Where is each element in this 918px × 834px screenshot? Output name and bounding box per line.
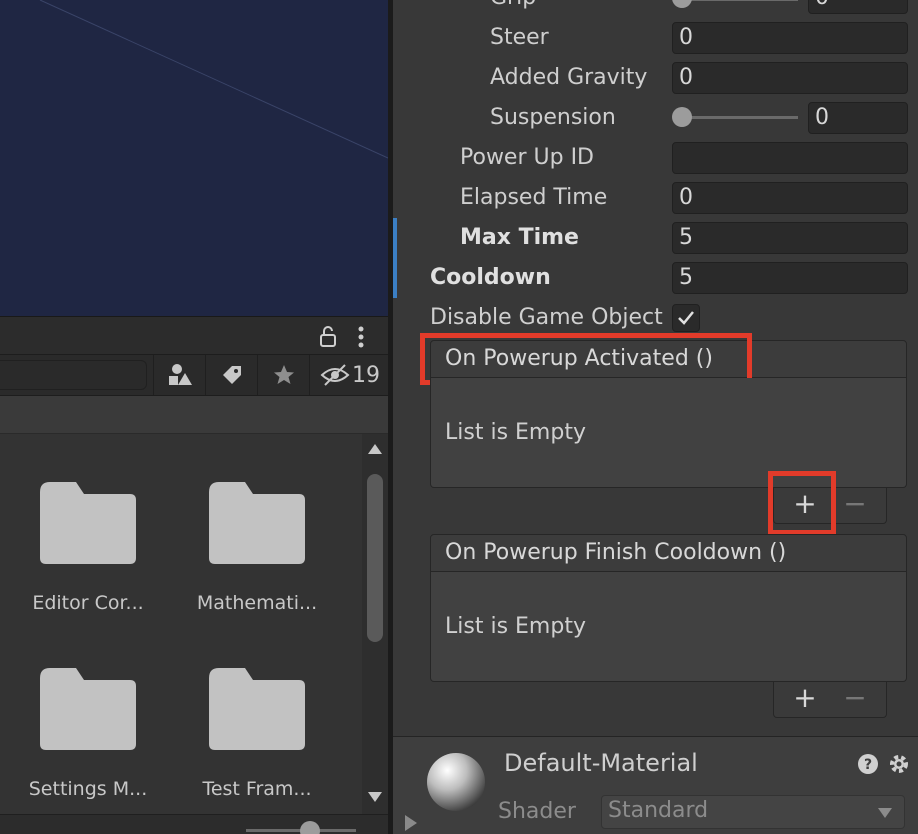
suspension-label: Suspension xyxy=(490,105,616,130)
folder-label: Editor Cor... xyxy=(32,592,144,614)
folder-item[interactable]: Settings M... xyxy=(0,620,180,800)
tag-icon xyxy=(222,366,241,384)
folder-label: Test Fram... xyxy=(202,778,312,800)
scene-grid-line xyxy=(39,0,388,159)
list-empty-text: List is Empty xyxy=(445,420,586,445)
shader-dropdown[interactable]: Standard xyxy=(601,795,905,829)
project-panel: 19 Editor Cor... Mathemati... Settings M… xyxy=(0,316,388,834)
remove-button[interactable]: − xyxy=(840,682,870,714)
shader-label: Shader xyxy=(498,799,576,824)
steer-label: Steer xyxy=(490,25,549,50)
folder-icon xyxy=(209,482,305,564)
folder-item[interactable]: Mathemati... xyxy=(172,434,352,614)
hidden-packages-button[interactable]: 19 xyxy=(309,355,388,395)
steer-field[interactable]: 0 xyxy=(672,22,908,54)
grip-slider-knob[interactable] xyxy=(672,0,692,8)
max-time-label: Max Time xyxy=(460,225,579,250)
cooldown-label: Cooldown xyxy=(430,265,551,290)
foldout-arrow-icon[interactable] xyxy=(403,815,419,831)
modified-indicator xyxy=(393,218,397,298)
project-toolbar: 19 xyxy=(0,354,388,396)
star-icon xyxy=(273,365,294,384)
folder-icon xyxy=(209,668,305,750)
more-options-icon[interactable] xyxy=(356,325,366,355)
shader-value: Standard xyxy=(608,798,709,823)
cooldown-field[interactable]: 5 xyxy=(672,262,908,294)
elapsed-time-label: Elapsed Time xyxy=(460,185,608,210)
filter-by-type-button[interactable] xyxy=(153,355,205,395)
on-powerup-finish-cooldown-controls: + − xyxy=(773,682,887,718)
hidden-count: 19 xyxy=(352,362,380,388)
search-input[interactable] xyxy=(0,360,147,390)
add-button[interactable]: + xyxy=(790,682,820,714)
svg-text:?: ? xyxy=(864,757,872,773)
scene-view[interactable] xyxy=(0,0,388,316)
elapsed-time-field[interactable]: 0 xyxy=(672,182,908,214)
disable-game-object-checkbox[interactable] xyxy=(672,304,700,332)
folder-icon xyxy=(40,668,136,750)
shapes-icon xyxy=(168,364,192,385)
scroll-up-icon[interactable] xyxy=(368,444,382,454)
help-icon[interactable]: ? xyxy=(857,753,879,775)
grip-slider[interactable] xyxy=(683,0,798,1)
added-gravity-label: Added Gravity xyxy=(490,65,648,90)
zoom-slider-knob[interactable] xyxy=(300,821,320,834)
scroll-thumb[interactable] xyxy=(367,474,383,642)
suspension-slider[interactable] xyxy=(683,116,798,119)
folder-item[interactable]: Editor Cor... xyxy=(0,434,180,614)
added-gravity-field[interactable]: 0 xyxy=(672,62,908,94)
favorites-button[interactable] xyxy=(257,355,309,395)
max-time-field[interactable]: 5 xyxy=(672,222,908,254)
material-section: Default-Material ? Shader Standard xyxy=(393,736,918,834)
power-up-id-field[interactable] xyxy=(672,142,908,174)
on-powerup-finish-cooldown-header: On Powerup Finish Cooldown () xyxy=(430,534,907,572)
material-name: Default-Material xyxy=(504,749,698,777)
project-footer xyxy=(0,814,388,834)
folder-icon xyxy=(40,482,136,564)
settings-gear-icon[interactable] xyxy=(887,752,911,776)
chevron-down-icon xyxy=(878,808,892,818)
project-header xyxy=(0,316,388,354)
add-button-highlight xyxy=(768,471,836,535)
folder-item[interactable]: Test Fram... xyxy=(172,620,352,800)
folder-label: Settings M... xyxy=(28,778,148,800)
asset-grid: Editor Cor... Mathemati... Settings M...… xyxy=(0,434,362,834)
list-empty-text: List is Empty xyxy=(445,614,586,639)
material-preview-sphere-icon xyxy=(427,753,485,811)
checkmark-icon xyxy=(678,311,694,325)
eye-slash-icon xyxy=(320,364,350,386)
disable-game-object-label: Disable Game Object xyxy=(430,305,663,330)
lock-icon[interactable] xyxy=(318,325,338,353)
folder-label: Mathemati... xyxy=(196,592,318,614)
suspension-slider-knob[interactable] xyxy=(672,107,692,127)
power-up-id-label: Power Up ID xyxy=(460,145,594,170)
grip-label: Grip xyxy=(490,0,536,14)
remove-button[interactable]: − xyxy=(840,488,870,520)
scroll-down-icon[interactable] xyxy=(368,792,382,802)
breadcrumb-bar xyxy=(0,396,388,434)
on-powerup-finish-cooldown-list: List is Empty xyxy=(430,572,907,682)
grip-field[interactable]: 0 xyxy=(808,0,908,14)
suspension-field[interactable]: 0 xyxy=(808,102,908,134)
inspector-panel: Grip 0 Steer 0 Added Gravity 0 Suspensio… xyxy=(393,0,918,834)
filter-by-label-button[interactable] xyxy=(205,355,257,395)
